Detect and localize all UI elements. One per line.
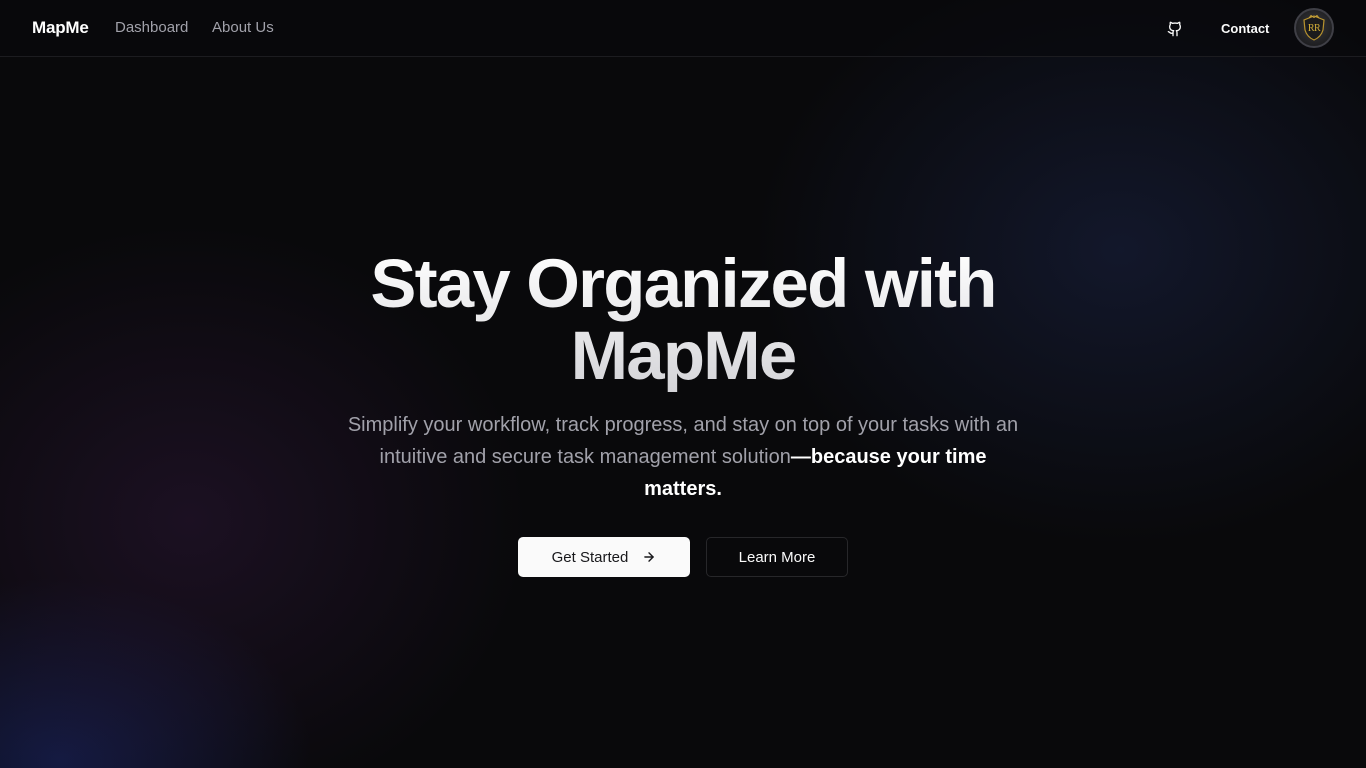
hero-heading-line-1: Stay Organized with: [370, 245, 996, 322]
github-icon: [1167, 21, 1182, 37]
hero-heading-line-2: MapMe: [570, 317, 796, 394]
learn-more-button[interactable]: Learn More: [706, 537, 848, 577]
brand-logo[interactable]: MapMe: [32, 18, 89, 38]
get-started-button[interactable]: Get Started: [518, 537, 690, 577]
github-button[interactable]: [1160, 14, 1190, 44]
hero-subtitle: Simplify your workflow, track progress, …: [343, 409, 1023, 505]
avatar-initials: RR: [1307, 23, 1321, 34]
user-avatar[interactable]: RR: [1294, 8, 1334, 48]
contact-button[interactable]: Contact: [1206, 12, 1284, 44]
hero-heading: Stay Organized with MapMe: [283, 248, 1083, 392]
landing-page: MapMe Dashboard About Us Contact RR Stay…: [0, 0, 1366, 768]
nav-link-dashboard[interactable]: Dashboard: [115, 19, 188, 36]
arrow-right-icon: [644, 552, 655, 562]
get-started-label: Get Started: [551, 548, 629, 566]
top-navbar: MapMe Dashboard About Us Contact RR: [0, 0, 1366, 57]
nav-link-about-us[interactable]: About Us: [212, 19, 274, 36]
